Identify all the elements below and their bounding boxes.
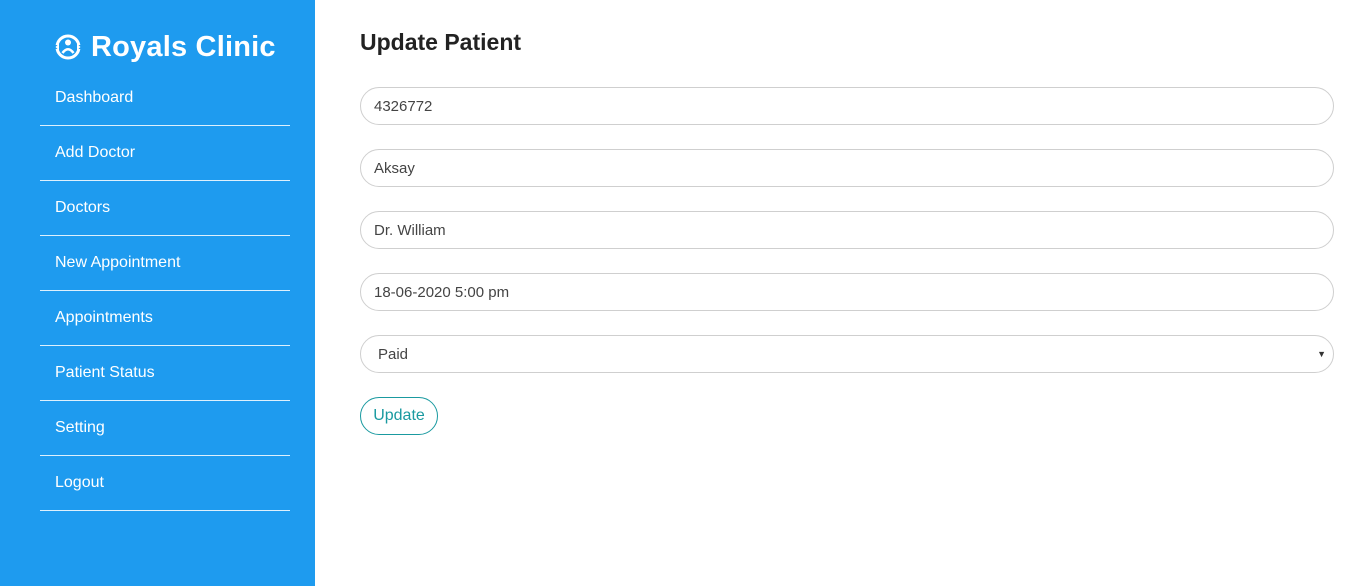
- app-root: Royals Clinic Dashboard Add Doctor Docto…: [0, 0, 1346, 586]
- sidebar-item-new-appointment[interactable]: New Appointment: [40, 236, 290, 291]
- sidebar-item-doctors[interactable]: Doctors: [40, 181, 290, 236]
- sidebar-nav: Dashboard Add Doctor Doctors New Appoint…: [40, 71, 290, 511]
- appointment-datetime-field[interactable]: [360, 273, 1334, 311]
- clinic-logo-icon: [53, 32, 83, 62]
- update-button[interactable]: Update: [360, 397, 438, 435]
- patient-id-field[interactable]: [360, 87, 1334, 125]
- sidebar: Royals Clinic Dashboard Add Doctor Docto…: [0, 0, 315, 586]
- payment-status-select[interactable]: Paid ▼: [360, 335, 1334, 373]
- sidebar-item-patient-status[interactable]: Patient Status: [40, 346, 290, 401]
- sidebar-item-appointments[interactable]: Appointments: [40, 291, 290, 346]
- sidebar-item-dashboard[interactable]: Dashboard: [40, 71, 290, 126]
- brand[interactable]: Royals Clinic: [53, 28, 276, 66]
- sidebar-item-setting[interactable]: Setting: [40, 401, 290, 456]
- page-title: Update Patient: [360, 29, 522, 55]
- brand-title: Royals Clinic: [91, 30, 276, 63]
- caret-down-icon: ▼: [1317, 349, 1326, 359]
- payment-status-selected-value: Paid: [378, 345, 409, 363]
- sidebar-item-add-doctor[interactable]: Add Doctor: [40, 126, 290, 181]
- doctor-field[interactable]: [360, 211, 1334, 249]
- patient-name-field[interactable]: [360, 149, 1334, 187]
- sidebar-item-logout[interactable]: Logout: [40, 456, 290, 511]
